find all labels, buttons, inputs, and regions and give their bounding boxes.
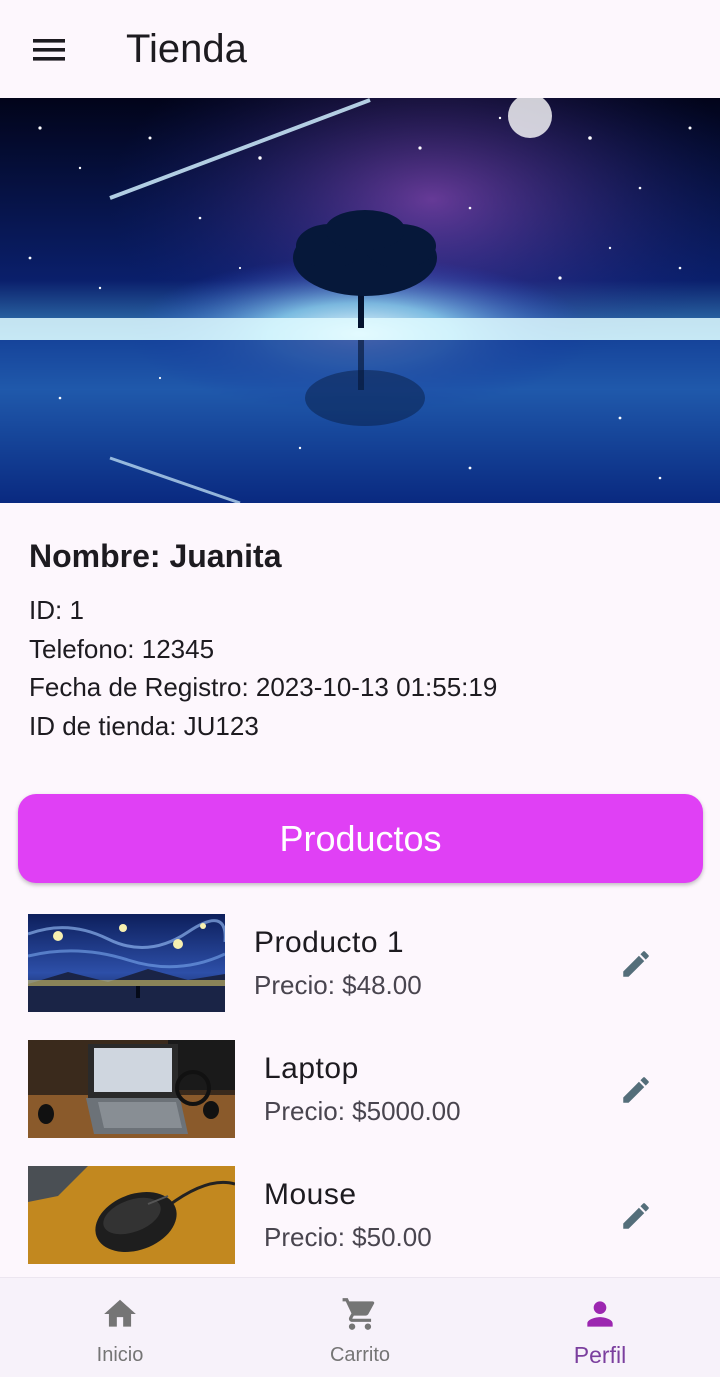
edit-icon [623,951,649,977]
laptop-photo-thumbnail [28,1040,235,1138]
app-bar: Tienda [0,0,720,98]
product-thumbnail [28,914,225,1012]
product-name: Mouse [264,1178,357,1211]
page-title: Tienda [126,27,247,71]
edit-product-button[interactable] [604,1184,668,1248]
nav-item-perfil[interactable]: Perfil [480,1278,720,1377]
person-icon [587,1301,613,1327]
product-thumbnail [28,1166,235,1264]
nav-label-inicio: Inicio [96,1344,144,1366]
product-price: Precio: $5000.00 [264,1096,461,1126]
list-item: Producto 1 Precio: $48.00 [0,914,720,1040]
edit-icon [623,1203,649,1229]
nav-label-perfil: Perfil [573,1342,627,1368]
mouse-photo-thumbnail [28,1166,235,1264]
nav-item-inicio[interactable]: Inicio [0,1278,240,1377]
cart-icon [342,1298,375,1330]
nav-item-carrito[interactable]: Carrito [240,1278,480,1377]
banner-image [0,98,720,503]
menu-icon [33,39,65,61]
product-name: Laptop [264,1052,359,1085]
product-price: Precio: $50.00 [264,1222,432,1252]
edit-icon [623,1077,649,1103]
profile-name: Nombre: Juanita [29,538,282,574]
profile-store-id: ID de tienda: JU123 [29,710,259,741]
product-price: Precio: $48.00 [254,970,422,1000]
edit-product-button[interactable] [604,1058,668,1122]
starry-night-tree-image [0,98,720,503]
nav-label-carrito: Carrito [329,1344,390,1366]
menu-button[interactable] [22,24,78,76]
product-name: Producto 1 [254,926,405,959]
edit-product-button[interactable] [604,932,668,996]
starry-landscape-thumbnail [28,914,225,1012]
list-item: Laptop Precio: $5000.00 [0,1040,720,1166]
product-thumbnail [28,1040,235,1138]
profile-phone: Telefono: 12345 [29,633,215,664]
bottom-navigation: Inicio Carrito Perfil [0,1277,720,1377]
profile-id: ID: 1 [29,595,84,625]
product-list: Producto 1 Precio: $48.00 Laptop Precio:… [0,914,720,1292]
profile-registration-date: Fecha de Registro: 2023-10-13 01:55:19 [29,672,498,702]
home-icon [104,1299,136,1327]
productos-button[interactable]: Productos [18,794,703,883]
list-item: Mouse Precio: $50.00 [0,1166,720,1292]
profile-info: Nombre: Juanita ID: 1 Telefono: 12345 Fe… [29,535,709,745]
